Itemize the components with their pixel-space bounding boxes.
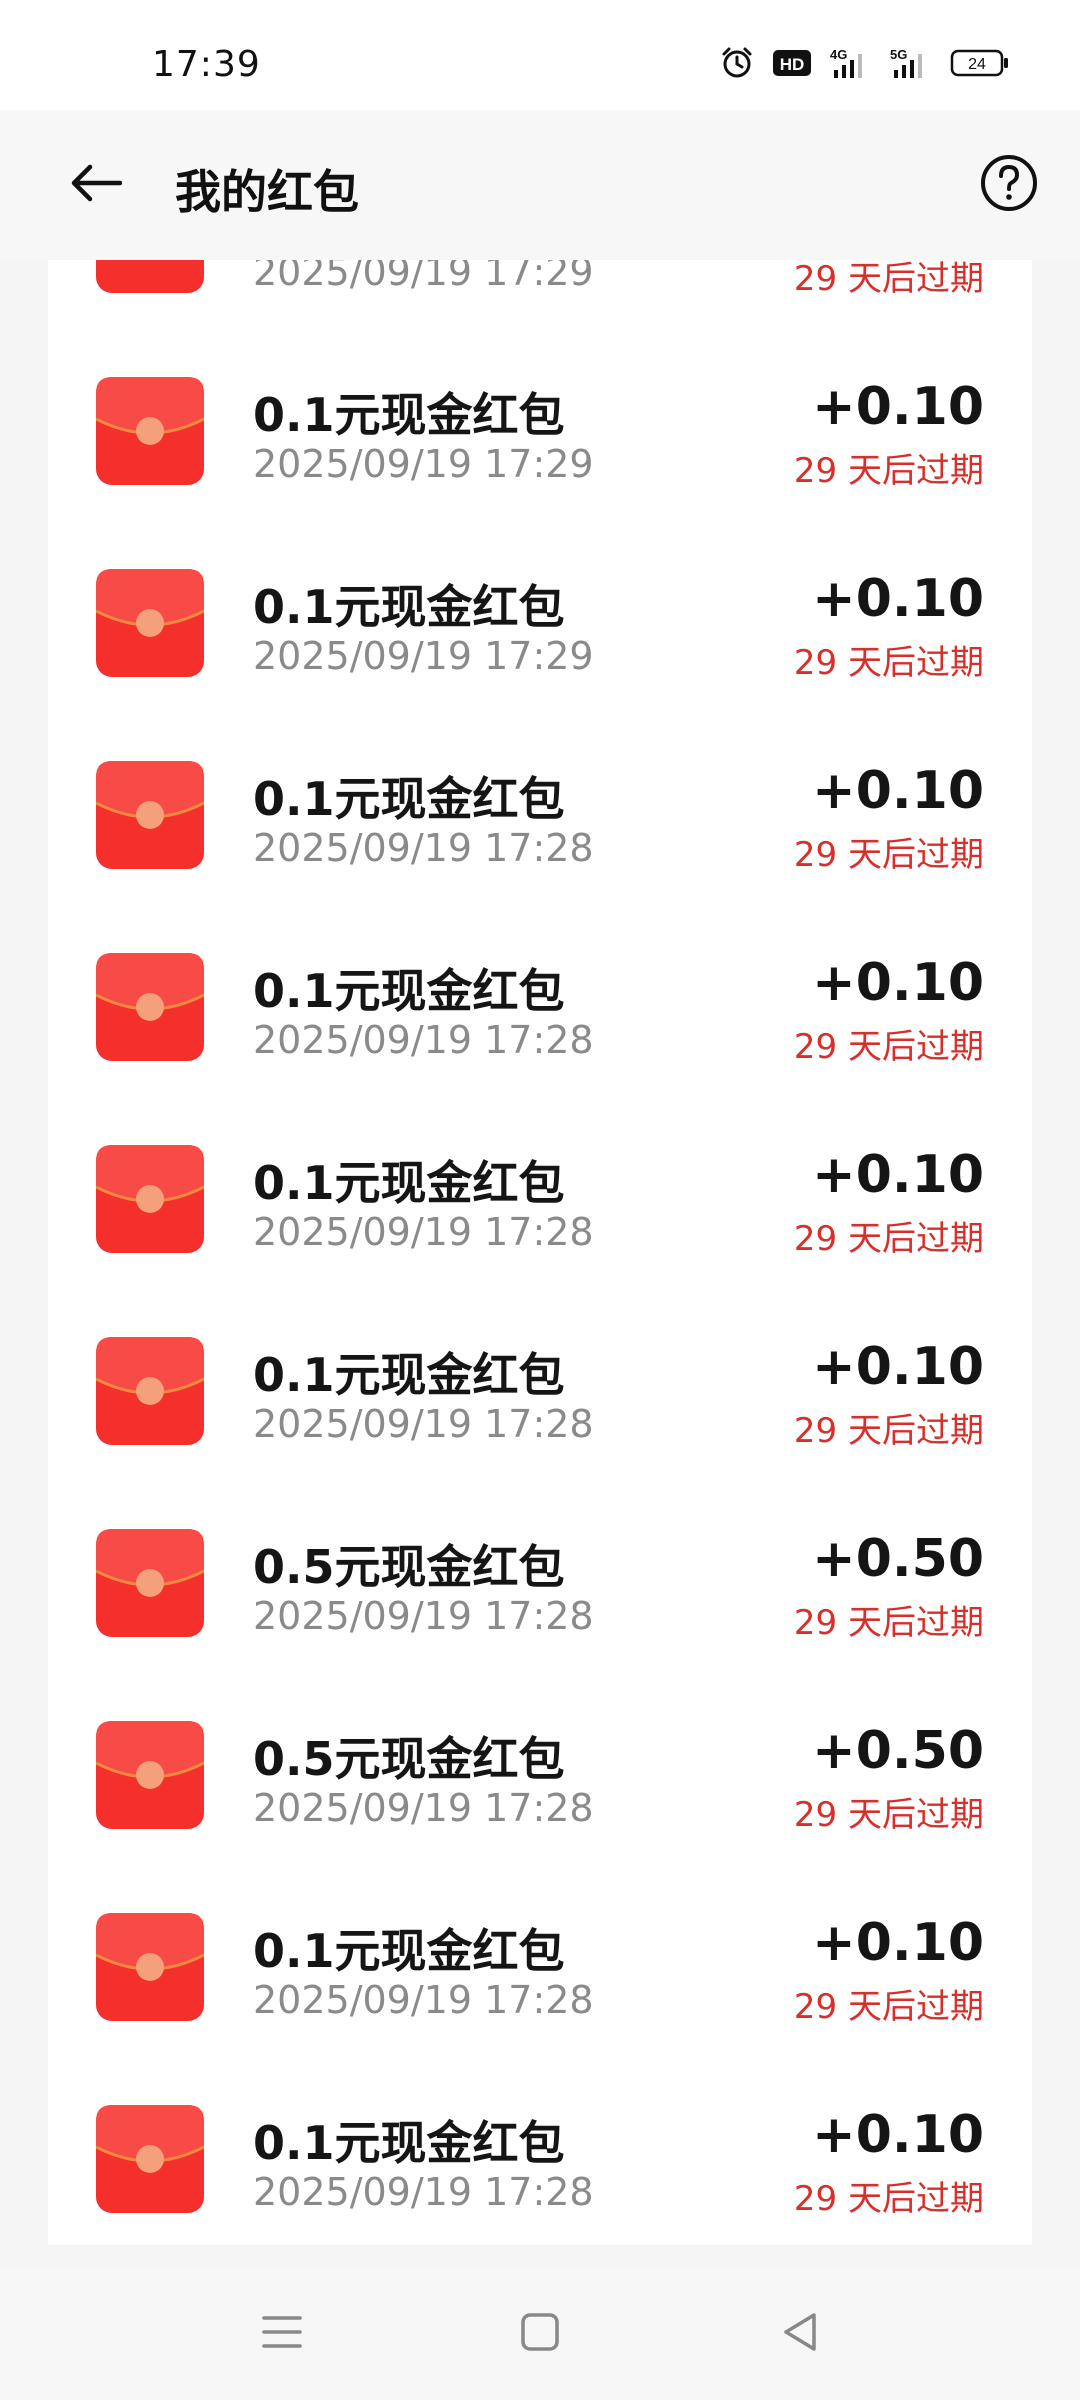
item-amount: +0.10 <box>812 569 984 629</box>
network-label-2: 5G <box>890 47 907 62</box>
item-expiry: 29 天后过期 <box>793 1219 984 1259</box>
item-title: 0.1元现金红包 <box>253 2116 565 2170</box>
list-item[interactable]: 0.1元现金红包 2025/09/19 17:28 +0.10 29 天后过期 <box>48 903 1032 1095</box>
item-date: 2025/09/19 17:28 <box>253 1018 594 1062</box>
list-item[interactable]: 0.1元现金红包 2025/09/19 17:28 +0.10 29 天后过期 <box>48 1095 1032 1287</box>
red-envelope-icon <box>95 569 205 677</box>
home-square-icon <box>520 2312 560 2356</box>
item-amount: +0.10 <box>812 761 984 821</box>
item-title: 0.1元现金红包 <box>253 1348 565 1402</box>
list-item[interactable]: 0.1元现金红包 2025/09/19 17:28 +0.10 29 天后过期 <box>48 711 1032 903</box>
red-packet-list[interactable]: 0.1元现金红包2025/09/19 17:29+0.1029 天后过期0.1元… <box>48 260 1032 2245</box>
item-title: 0.5元现金红包 <box>253 1540 565 1594</box>
item-expiry: 29 天后过期 <box>793 835 984 875</box>
hd-icon: HD <box>772 48 812 78</box>
red-envelope-icon <box>95 953 205 1061</box>
item-title: 0.1元现金红包 <box>253 1156 565 1210</box>
list-item[interactable]: 0.1元现金红包2025/09/19 17:29 +0.10 29 天后过期 <box>48 327 1032 519</box>
signal-4g-icon: 4G <box>830 46 872 80</box>
item-date: 2025/09/19 17:28 <box>253 2170 594 2214</box>
nav-home-button[interactable] <box>510 2304 570 2364</box>
item-date: 2025/09/19 17:29 <box>253 634 594 678</box>
app-header: 我的红包 <box>0 110 1080 260</box>
status-bar: 17:39 HD 4G 5G 24 <box>0 0 1080 110</box>
list-item[interactable]: 0.1元现金红包2025/09/19 17:29+0.1029 天后过期 <box>48 260 1032 327</box>
status-icons: HD 4G 5G 24 <box>720 46 1010 80</box>
list-item[interactable]: 0.5元现金红包 2025/09/19 17:28 +0.50 29 天后过期 <box>48 1671 1032 1863</box>
item-title: 0.1元现金红包 <box>253 388 565 442</box>
item-date: 2025/09/19 17:28 <box>253 1594 594 1638</box>
red-envelope-icon <box>95 1529 205 1637</box>
item-expiry: 29 天后过期 <box>793 643 984 683</box>
list-item[interactable]: 0.1元现金红包 2025/09/19 17:28 +0.10 29 天后过期 <box>48 2055 1032 2245</box>
item-date: 2025/09/19 17:29 <box>253 260 594 294</box>
item-date: 2025/09/19 17:28 <box>253 826 594 870</box>
page-title: 我的红包 <box>175 165 359 219</box>
red-envelope-icon <box>96 260 204 293</box>
item-date: 2025/09/19 17:28 <box>253 1210 594 1254</box>
item-expiry: 29 天后过期 <box>793 1987 984 2027</box>
item-title: 0.1元现金红包 <box>253 964 565 1018</box>
item-amount: +0.10 <box>812 953 984 1013</box>
red-envelope-icon <box>95 1145 205 1253</box>
alarm-icon <box>720 46 754 80</box>
item-expiry: 29 天后过期 <box>793 260 984 299</box>
item-title: 0.1元现金红包 <box>253 772 565 826</box>
help-button[interactable] <box>976 152 1042 218</box>
red-envelope-icon <box>95 1913 205 2021</box>
item-amount: +0.50 <box>812 1529 984 1589</box>
item-title: 0.1元现金红包 <box>253 580 565 634</box>
red-envelope-icon <box>95 1337 205 1445</box>
system-nav-bar <box>0 2268 1080 2400</box>
item-expiry: 29 天后过期 <box>793 1411 984 1451</box>
list-item[interactable]: 0.1元现金红包 2025/09/19 17:28 +0.10 29 天后过期 <box>48 1863 1032 2055</box>
signal-5g-icon: 5G <box>890 46 932 80</box>
list-item[interactable]: 0.1元现金红包2025/09/19 17:29 +0.10 29 天后过期 <box>48 519 1032 711</box>
red-envelope-icon <box>95 377 205 485</box>
item-date: 2025/09/19 17:29 <box>253 442 594 486</box>
hd-label: HD <box>780 55 805 74</box>
list-item[interactable]: 0.1元现金红包 2025/09/19 17:28 +0.10 29 天后过期 <box>48 1287 1032 1479</box>
battery-icon: 24 <box>950 48 1010 78</box>
menu-icon <box>260 2312 304 2356</box>
help-icon <box>979 153 1039 217</box>
status-time: 17:39 <box>152 44 261 85</box>
item-title: 0.5元现金红包 <box>253 1732 565 1786</box>
red-envelope-icon <box>95 761 205 869</box>
nav-back-button[interactable] <box>770 2304 830 2364</box>
item-date: 2025/09/19 17:28 <box>253 1402 594 1446</box>
battery-level: 24 <box>968 56 986 73</box>
red-envelope-icon <box>95 2105 205 2213</box>
item-date: 2025/09/19 17:28 <box>253 1786 594 1830</box>
list-item[interactable]: 0.5元现金红包 2025/09/19 17:28 +0.50 29 天后过期 <box>48 1479 1032 1671</box>
item-amount: +0.50 <box>812 1721 984 1781</box>
back-button[interactable] <box>60 150 130 220</box>
item-amount: +0.10 <box>812 1913 984 1973</box>
item-expiry: 29 天后过期 <box>793 1795 984 1835</box>
nav-menu-button[interactable] <box>252 2304 312 2364</box>
red-envelope-icon <box>95 1721 205 1829</box>
item-expiry: 29 天后过期 <box>793 1027 984 1067</box>
item-title: 0.1元现金红包 <box>253 1924 565 1978</box>
back-triangle-icon <box>780 2310 820 2358</box>
item-expiry: 29 天后过期 <box>793 2179 984 2219</box>
network-label-1: 4G <box>830 47 847 62</box>
item-amount: +0.10 <box>812 377 984 437</box>
item-expiry: 29 天后过期 <box>793 451 984 491</box>
item-amount: +0.10 <box>812 2105 984 2165</box>
item-amount: +0.10 <box>812 1337 984 1397</box>
item-date: 2025/09/19 17:28 <box>253 1978 594 2022</box>
red-packet-list-content: 0.1元现金红包2025/09/19 17:29+0.1029 天后过期0.1元… <box>48 260 1032 2245</box>
item-amount: +0.10 <box>812 1145 984 1205</box>
back-arrow-icon <box>68 163 123 207</box>
item-expiry: 29 天后过期 <box>793 1603 984 1643</box>
